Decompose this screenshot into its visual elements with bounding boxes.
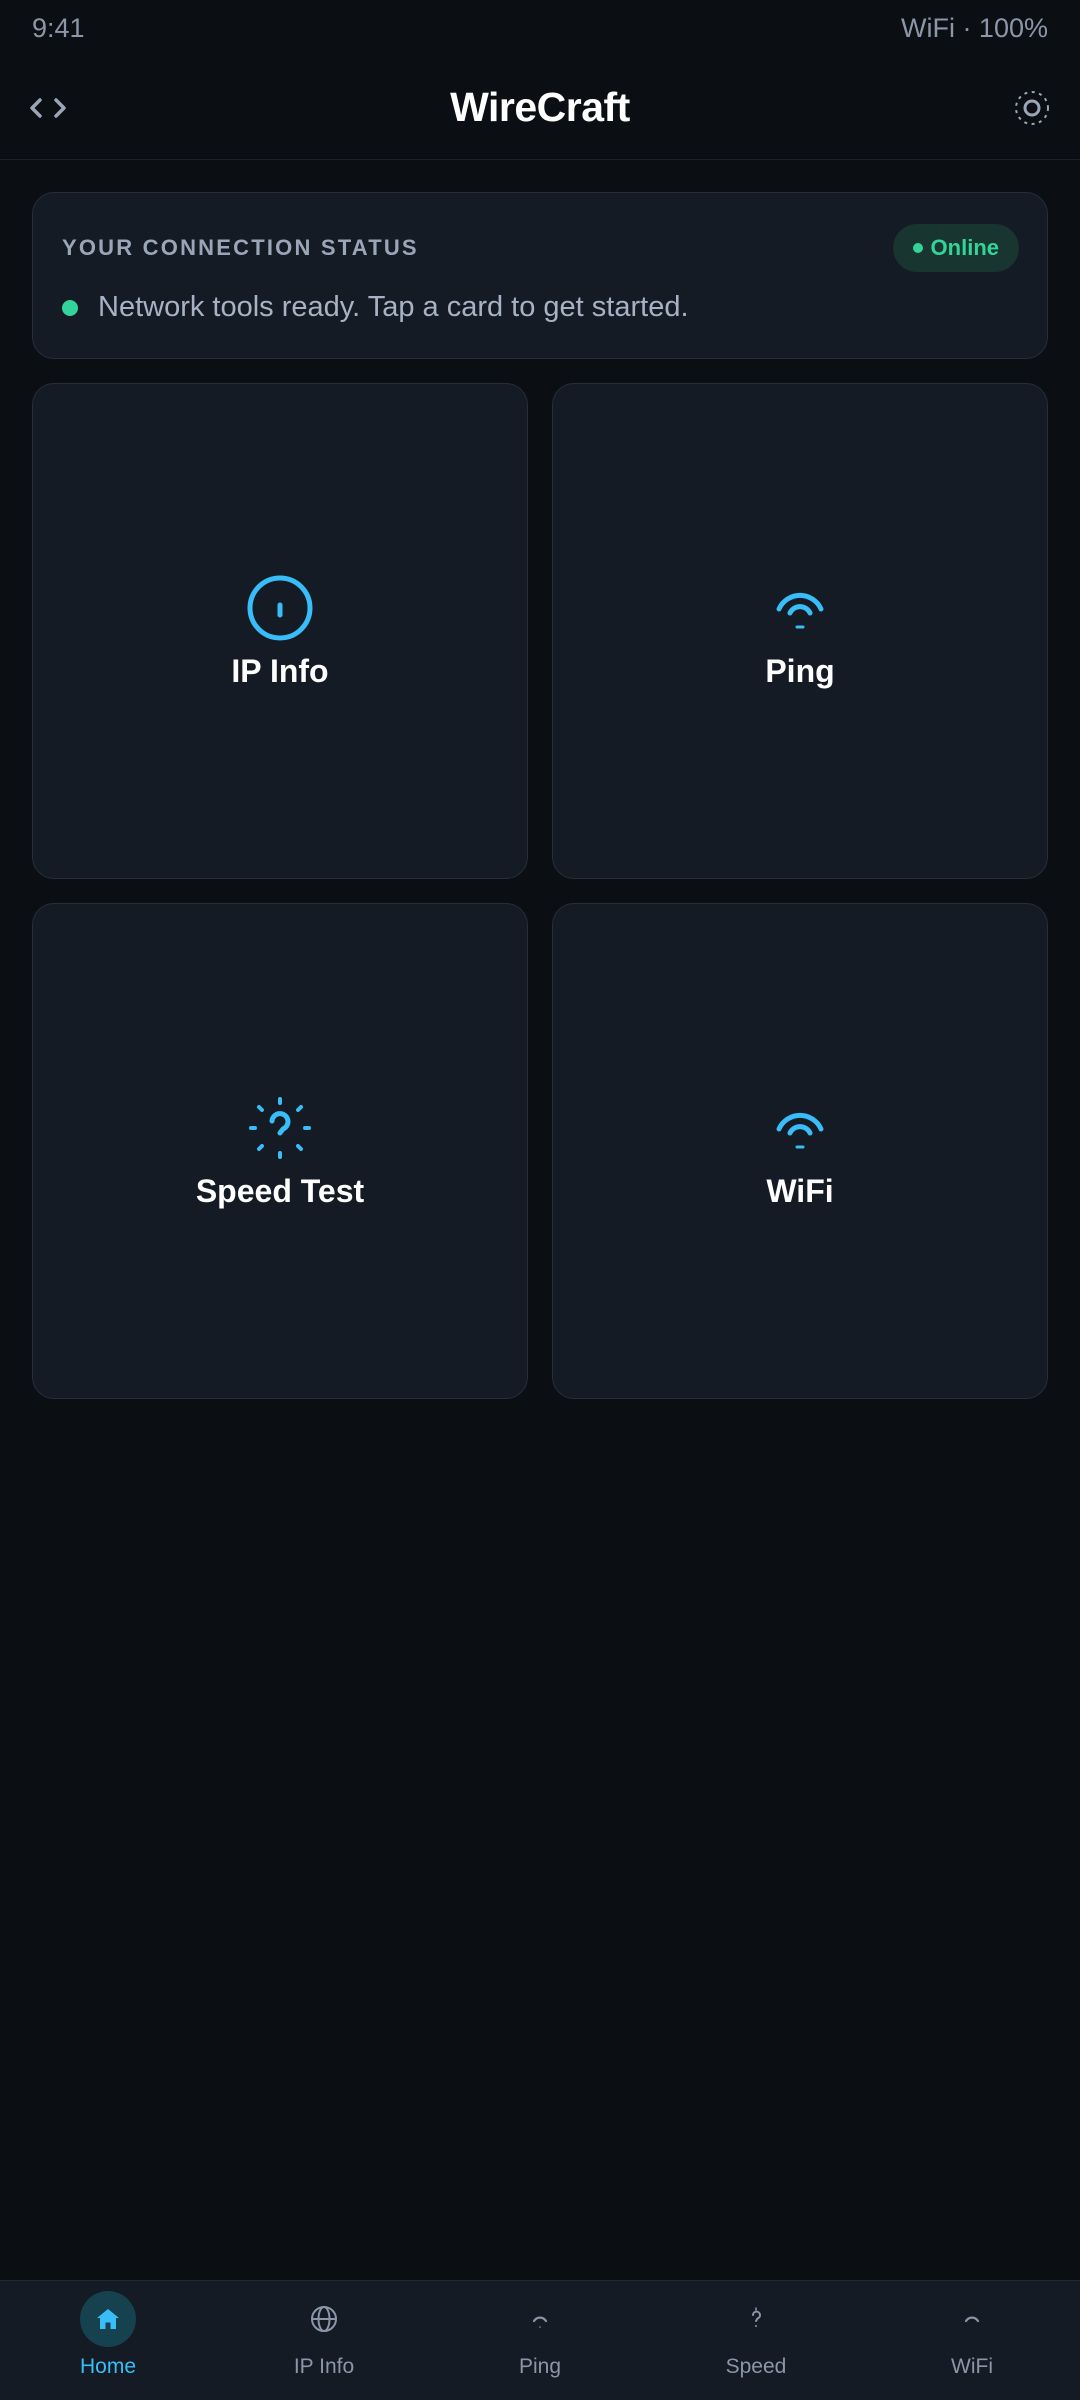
status-bar: 9:41 WiFi · 100%: [0, 0, 1080, 56]
speed-icon: [728, 2291, 784, 2347]
tool-card-label: IP Info: [231, 652, 329, 689]
status-connectivity: WiFi · 100%: [900, 12, 1048, 43]
nav-item-home[interactable]: Home: [0, 2281, 216, 2400]
tool-card-label: Speed Test: [195, 1172, 365, 1209]
online-badge-text: Online: [930, 235, 999, 260]
code-button[interactable]: [26, 86, 70, 130]
nav-item-wifi[interactable]: WiFi: [864, 2281, 1080, 2400]
speed-icon: [245, 1093, 315, 1163]
tool-card-label: WiFi: [766, 1172, 834, 1209]
app-root: 9:41 WiFi · 100% WireCraft YOUR CONNECTI…: [0, 0, 1080, 2400]
info-icon: [245, 573, 315, 643]
page-title: WireCraft: [450, 84, 630, 130]
globe-icon: [296, 2291, 352, 2347]
nav-label: Home: [79, 2355, 137, 2378]
status-time: 9:41: [32, 12, 85, 43]
connection-status-card: YOUR CONNECTION STATUS Online Network to…: [32, 192, 1048, 359]
nav-label: Speed: [725, 2355, 787, 2378]
ping-icon: [512, 2291, 568, 2347]
nav-label: WiFi: [951, 2355, 993, 2378]
nav-item-speed[interactable]: Speed: [648, 2281, 864, 2400]
wifi-icon: [944, 2291, 1000, 2347]
status-message: Network tools ready. Tap a card to get s…: [98, 291, 689, 323]
status-message-row: Network tools ready. Tap a card to get s…: [62, 291, 689, 324]
code-icon: [30, 98, 66, 118]
tool-card-ip-info[interactable]: IP Info: [32, 383, 528, 879]
tool-card-wifi[interactable]: WiFi: [552, 903, 1048, 1399]
nav-item-ping[interactable]: Ping: [432, 2281, 648, 2400]
status-card-label: YOUR CONNECTION STATUS: [62, 235, 419, 260]
online-dot-icon: [912, 243, 923, 253]
wifi-icon: [765, 573, 835, 643]
tool-card-speed-test[interactable]: Speed Test: [32, 903, 528, 1399]
wifi-icon: [765, 1093, 835, 1163]
bottom-nav: Home IP Info Ping Speed WiFi: [0, 2280, 1080, 2400]
nav-item-ip-info[interactable]: IP Info: [216, 2281, 432, 2400]
status-dot-icon: [62, 299, 78, 316]
app-header: WireCraft: [0, 56, 1080, 160]
home-icon: [80, 2291, 136, 2347]
nav-label: Ping: [518, 2355, 562, 2378]
nav-label: IP Info: [293, 2355, 355, 2378]
tool-card-ping[interactable]: Ping: [552, 383, 1048, 879]
online-badge: Online: [892, 224, 1019, 272]
gear-icon: [1015, 91, 1049, 125]
settings-button[interactable]: [1010, 86, 1054, 130]
tool-card-label: Ping: [765, 652, 835, 689]
